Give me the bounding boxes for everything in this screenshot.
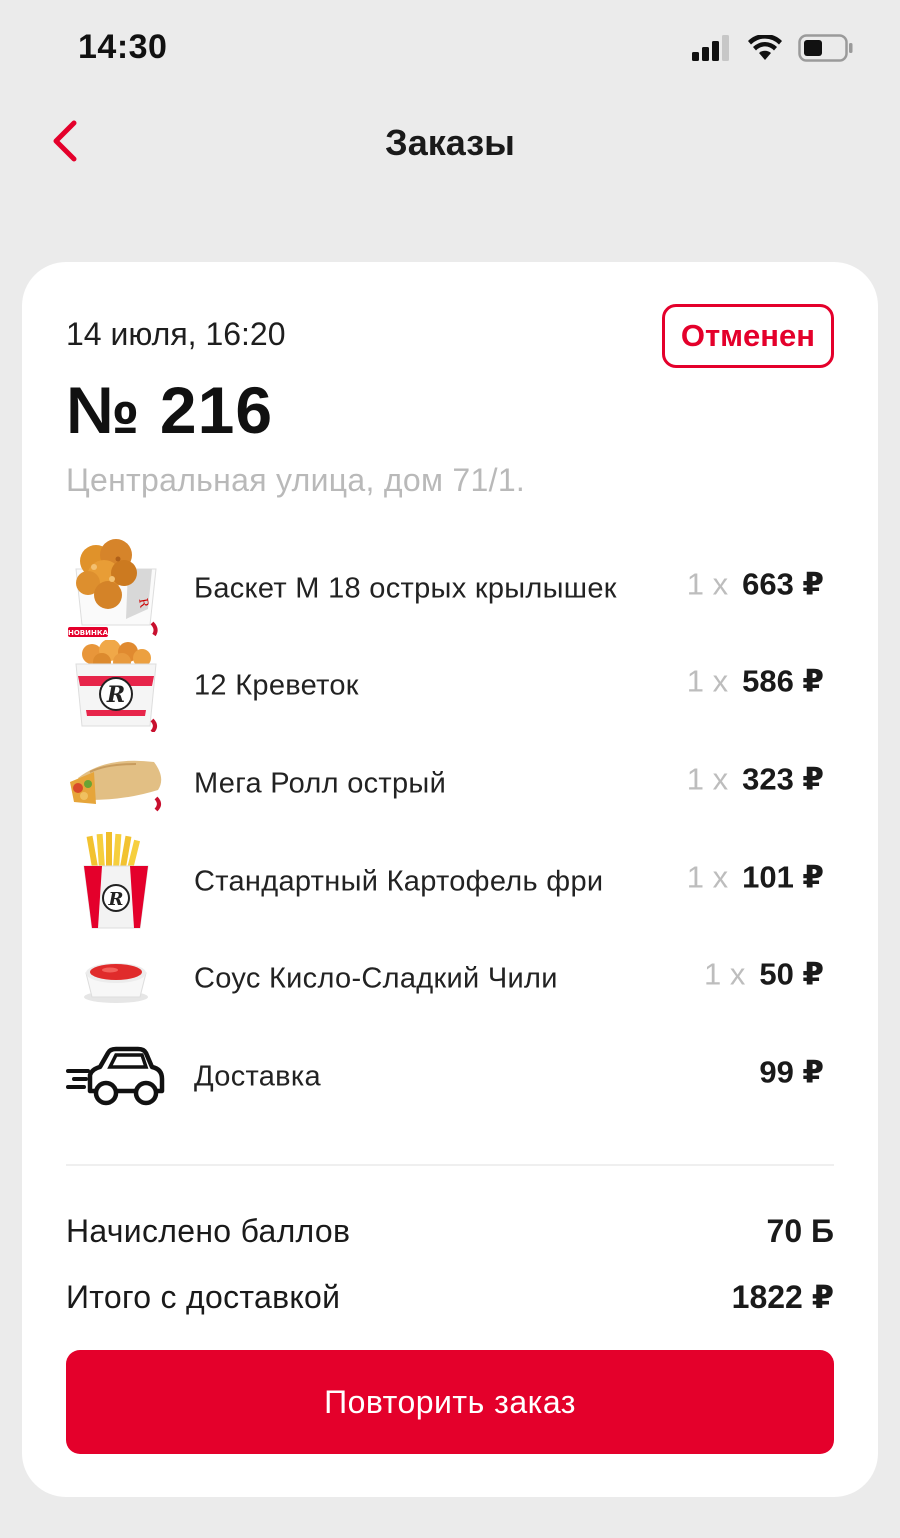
item-name: Стандартный Картофель фри <box>194 865 604 898</box>
item-price: 1 x 50 ₽ <box>704 957 824 993</box>
item-price: 1 x 586 ₽ <box>687 664 824 700</box>
chicken-basket-image: R НОВИНКА <box>66 538 166 637</box>
item-name: Баскет М 18 острых крылышек <box>194 572 617 605</box>
item-amount: 323 ₽ <box>742 761 824 797</box>
order-card: 14 июля, 16:20 № 216 Отменен Центральная… <box>22 262 878 1497</box>
item-price: 99 ₽ <box>759 1054 824 1090</box>
item-qty: 1 x <box>686 761 729 797</box>
fries-image: R <box>66 831 166 929</box>
item-qty: 1 x <box>686 664 729 700</box>
item-amount: 586 ₽ <box>742 664 824 700</box>
item-qty: 1 x <box>703 956 746 992</box>
cellular-signal-icon <box>692 35 732 66</box>
list-item: R 12 Креветок 1 x 586 ₽ <box>66 638 834 736</box>
list-item: R НОВИНКА Баскет М 18 острых крылышек 1 … <box>66 538 834 638</box>
shrimp-bucket-image: R <box>66 640 166 733</box>
status-time: 14:30 <box>78 28 168 66</box>
item-amount: 101 ₽ <box>742 859 824 895</box>
item-name: Мега Ролл острый <box>194 767 447 800</box>
item-name: 12 Креветок <box>194 669 359 702</box>
list-item: Доставка 99 ₽ <box>66 1028 834 1126</box>
item-price: 1 x 663 ₽ <box>687 566 824 602</box>
item-qty: 1 x <box>686 566 729 602</box>
nav-header: Заказы <box>0 100 900 190</box>
list-item: R Стандартный Картофель фри 1 x 101 ₽ <box>66 831 834 931</box>
item-qty: 1 x <box>686 859 729 895</box>
item-price: 1 x 323 ₽ <box>687 762 824 798</box>
item-name: Соус Кисло-Сладкий Чили <box>194 962 558 995</box>
item-amount: 50 ₽ <box>759 956 824 992</box>
points-row: Начислено баллов 70 Б <box>66 1206 834 1256</box>
delivery-car-icon <box>66 1031 166 1123</box>
points-value: 70 Б <box>766 1212 834 1249</box>
svg-text:R: R <box>106 682 125 708</box>
order-items-list: R НОВИНКА Баскет М 18 острых крылышек 1 … <box>66 538 834 1126</box>
battery-icon <box>798 34 854 67</box>
status-badge: Отменен <box>661 304 834 368</box>
sauce-cup-image <box>66 933 166 1025</box>
order-number: № 216 <box>66 373 274 447</box>
page-title: Заказы <box>385 122 515 163</box>
status-bar: 14:30 <box>0 0 900 100</box>
points-label: Начислено баллов <box>66 1212 351 1249</box>
list-item: Мега Ролл острый 1 x 323 ₽ <box>66 735 834 833</box>
list-item: Соус Кисло-Сладкий Чили 1 x 50 ₽ <box>66 930 834 1028</box>
item-amount: 99 ₽ <box>759 1054 824 1090</box>
order-address: Центральная улица, дом 71/1. <box>66 462 526 498</box>
wifi-icon <box>748 33 782 66</box>
new-badge: НОВИНКА <box>68 629 109 637</box>
status-icons <box>692 33 854 67</box>
order-date: 14 июля, 16:20 <box>66 316 286 352</box>
item-price: 1 x 101 ₽ <box>687 859 824 895</box>
total-row: Итого с доставкой 1822 ₽ <box>66 1272 834 1322</box>
repeat-order-button[interactable]: Повторить заказ <box>66 1350 834 1454</box>
item-name: Доставка <box>194 1060 321 1093</box>
total-label: Итого с доставкой <box>66 1278 341 1315</box>
divider <box>66 1164 834 1166</box>
item-amount: 663 ₽ <box>742 566 824 602</box>
total-value: 1822 ₽ <box>731 1279 834 1315</box>
svg-text:R: R <box>108 889 124 910</box>
wrap-roll-image <box>66 738 166 830</box>
